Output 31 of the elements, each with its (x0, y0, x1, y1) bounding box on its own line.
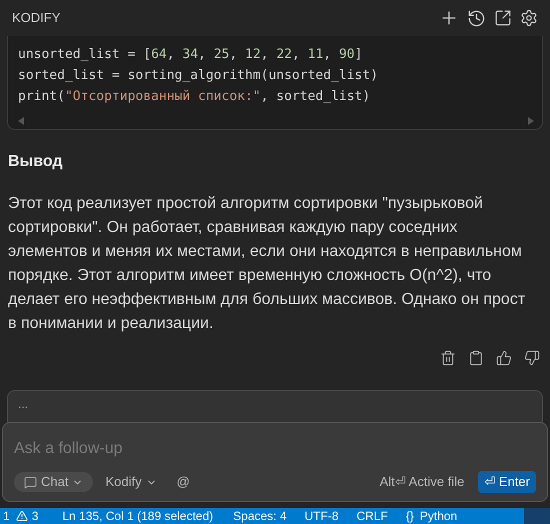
code-line: unsorted_list = [64, 34, 25, 12, 22, 11, 90] (18, 46, 364, 64)
encoding-status[interactable]: UTF-8 (304, 508, 339, 524)
problems-count[interactable]: 1 (3, 508, 10, 524)
thumbs-up-icon[interactable] (496, 350, 512, 366)
code-line: sorted_list = sorting_algorithm(unsorted_list) (18, 67, 380, 85)
indentation-status[interactable]: Spaces: 4 (233, 508, 287, 524)
cursor-position[interactable]: Ln 135, Col 1 (189 selected) (62, 508, 214, 524)
open-external-icon[interactable] (494, 9, 512, 27)
section-heading: Вывод (8, 152, 64, 172)
follow-up-input[interactable]: Ask a follow-up (14, 437, 536, 461)
delete-icon[interactable] (440, 350, 456, 366)
code-line: print("Отсортированный список:", sorted_list) (18, 88, 372, 106)
warnings-count[interactable]: 3 (32, 508, 38, 524)
explanation-paragraph: Этот код реализует простой алгоритм сортировки "пузырьковой сортировки". Он работает, сравнивая каждую пару соседних элементов и меняя их местами, если они находятся в неправильном порядке. Этот алгоритм имеет временную сложность O(n^2), что делает его неэффективным для больших массивов. Однако он прост в понимании и реализации. (8, 194, 526, 334)
enter-button[interactable]: ⏎ Enter (478, 471, 536, 493)
history-icon[interactable] (467, 8, 486, 28)
line-ending-status[interactable]: CRLF (356, 508, 388, 524)
shortcut-hint: Alt⏎ Active file (380, 473, 464, 492)
warning-icon[interactable] (16, 510, 28, 522)
panel-title: KODIFY (12, 9, 60, 28)
follow-up-box[interactable]: Ask a follow-up Chat Kodify @ Alt⏎ Active file ⏎ Enter (2, 422, 548, 502)
language-status[interactable]: Python (420, 508, 458, 524)
thumbs-down-icon[interactable] (524, 350, 540, 366)
model-dropdown[interactable]: Kodify (105, 472, 157, 492)
chat-bubble-icon (24, 476, 37, 488)
copy-icon[interactable] (468, 350, 484, 366)
mode-dropdown[interactable]: Chat (14, 472, 94, 492)
previous-input-text: ... (18, 397, 28, 411)
mention-button[interactable]: @ (176, 472, 190, 492)
settings-icon[interactable] (520, 9, 538, 27)
language-icon[interactable]: {} (406, 508, 414, 524)
